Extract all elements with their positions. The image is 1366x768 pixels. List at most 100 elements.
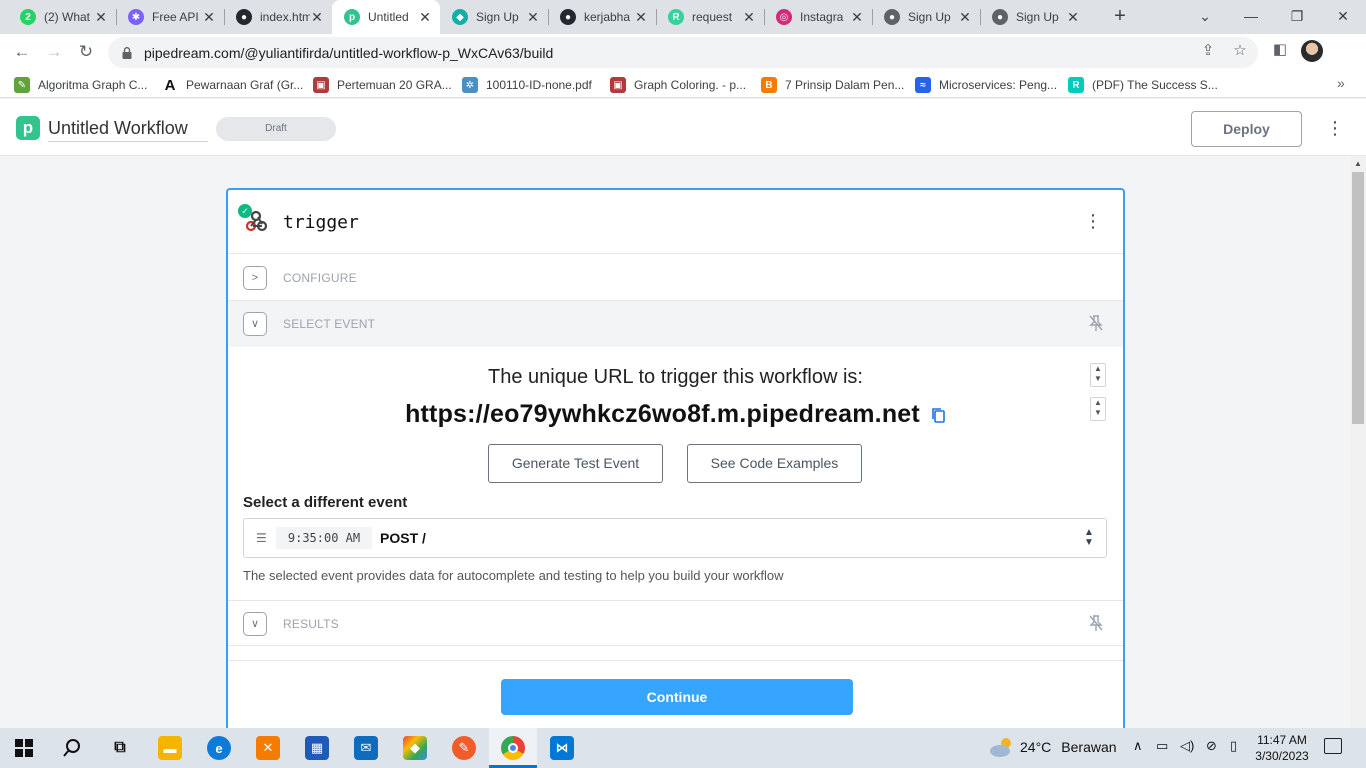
system-clock[interactable]: 11:47 AM 3/30/2023 bbox=[1252, 732, 1312, 764]
weather-widget[interactable]: 24°C Berawan bbox=[988, 736, 1117, 758]
chrome-icon[interactable] bbox=[501, 736, 525, 760]
file-explorer-icon[interactable]: ▬ bbox=[158, 736, 182, 760]
browser-tab[interactable]: 2 (2) What ✕ bbox=[8, 0, 116, 34]
results-section[interactable]: ∨ RESULTS bbox=[228, 600, 1123, 646]
clock-time: 11:47 AM bbox=[1257, 733, 1307, 747]
browser-tab[interactable]: Rrequest ✕ bbox=[656, 0, 764, 34]
close-tab-icon[interactable]: ✕ bbox=[1066, 9, 1080, 26]
browser-tab[interactable]: ● Sign Up ✕ bbox=[980, 0, 1088, 34]
more-bookmarks-icon[interactable]: » bbox=[1337, 75, 1345, 91]
tab-search-icon[interactable]: ⌄ bbox=[1182, 0, 1228, 34]
show-hidden-icons-icon[interactable]: ∧ bbox=[1133, 738, 1143, 754]
network-icon[interactable]: ⊘ bbox=[1206, 738, 1217, 754]
bookmark-item[interactable]: B 7 Prinsip Dalam Pen... bbox=[761, 75, 904, 95]
task-view-icon[interactable]: ⧉ bbox=[108, 736, 132, 760]
maximize-button[interactable]: ❐ bbox=[1274, 0, 1320, 34]
bookmark-star-icon[interactable]: ☆ bbox=[1230, 41, 1250, 61]
chevron-right-icon[interactable]: > bbox=[243, 266, 267, 290]
side-panel-icon[interactable]: ◧ bbox=[1270, 40, 1290, 60]
close-tab-icon[interactable]: ✕ bbox=[742, 9, 756, 26]
close-tab-icon[interactable]: ✕ bbox=[958, 9, 972, 26]
chevron-down-icon[interactable]: ∨ bbox=[243, 312, 267, 336]
close-tab-icon[interactable]: ✕ bbox=[94, 9, 108, 26]
close-tab-icon[interactable]: ✕ bbox=[526, 9, 540, 26]
browser-tab[interactable]: p Untitled ✕ bbox=[332, 0, 440, 34]
trigger-menu-icon[interactable]: ⋮ bbox=[1084, 210, 1102, 232]
url-text[interactable]: pipedream.com/@yuliantifirda/untitled-wo… bbox=[144, 45, 1258, 61]
deploy-button[interactable]: Deploy bbox=[1191, 111, 1302, 147]
pin-icon[interactable] bbox=[1088, 614, 1104, 632]
windows-start-icon[interactable] bbox=[15, 739, 33, 757]
new-tab-button[interactable]: + bbox=[1108, 5, 1132, 29]
xampp-icon[interactable]: ✕ bbox=[256, 736, 280, 760]
bookmark-item[interactable]: ▣ Pertemuan 20 GRA... bbox=[313, 75, 452, 95]
event-select-dropdown[interactable]: ☰ 9:35:00 AM POST / ▲ ▼ bbox=[243, 518, 1107, 558]
vscode-icon[interactable]: ⋈ bbox=[550, 736, 574, 760]
page-scrollbar[interactable]: ▲ bbox=[1350, 156, 1366, 728]
volume-icon[interactable]: ◁) bbox=[1180, 738, 1194, 754]
scroll-up-icon[interactable]: ▲ bbox=[1354, 159, 1362, 168]
ime-icon[interactable]: ▯ bbox=[1230, 738, 1237, 754]
workflow-title-input[interactable]: Untitled Workflow bbox=[48, 118, 208, 142]
browser-tab[interactable]: ● kerjabha ✕ bbox=[548, 0, 656, 34]
draft-status-badge: Draft bbox=[216, 117, 336, 141]
letter-a-icon: A bbox=[164, 76, 176, 94]
battery-icon[interactable]: ▭ bbox=[1156, 738, 1168, 754]
trigger-title[interactable]: trigger bbox=[283, 212, 359, 233]
notification-icon[interactable] bbox=[1324, 738, 1342, 754]
trigger-url[interactable]: https://eo79ywhkcz6wo8f.m.pipedream.net bbox=[405, 400, 920, 428]
store-icon[interactable]: ▦ bbox=[305, 736, 329, 760]
scroll-stepper[interactable]: ▲ ▼ bbox=[1090, 363, 1106, 387]
trigger-card-header[interactable]: ✓ trigger ⋮ bbox=[228, 190, 1123, 254]
close-tab-icon[interactable]: ✕ bbox=[850, 9, 864, 26]
chevron-down-icon[interactable]: ∨ bbox=[243, 612, 267, 636]
select-event-heading: Select a different event bbox=[243, 494, 408, 511]
pipedream-logo-icon[interactable]: p bbox=[16, 116, 40, 140]
mail-icon[interactable]: ✉ bbox=[354, 736, 378, 760]
close-tab-icon[interactable]: ✕ bbox=[310, 9, 324, 26]
bookmark-item[interactable]: A Pewarnaan Graf (Gr... bbox=[162, 75, 304, 95]
photos-icon[interactable]: ◆ bbox=[403, 736, 427, 760]
github-icon: ● bbox=[560, 9, 576, 25]
browser-tab[interactable]: ◎ Instagra ✕ bbox=[764, 0, 872, 34]
bookmark-item[interactable]: R (PDF) The Success S... bbox=[1068, 75, 1218, 95]
r-icon: R bbox=[668, 9, 684, 25]
continue-button[interactable]: Continue bbox=[501, 679, 853, 715]
search-icon[interactable] bbox=[62, 738, 82, 758]
postman-icon[interactable]: ✎ bbox=[452, 736, 476, 760]
select-caret-icon: ▲ ▼ bbox=[1084, 527, 1094, 548]
back-icon[interactable]: ← bbox=[10, 40, 34, 64]
minimize-button[interactable]: — bbox=[1228, 0, 1274, 34]
generate-test-event-button[interactable]: Generate Test Event bbox=[488, 444, 663, 483]
reload-icon[interactable]: ↻ bbox=[74, 40, 98, 64]
close-tab-icon[interactable]: ✕ bbox=[634, 9, 648, 26]
bookmark-label: Algoritma Graph C... bbox=[38, 78, 148, 92]
close-tab-icon[interactable]: ✕ bbox=[418, 9, 432, 26]
bookmark-item[interactable]: ▣ Graph Coloring. - p... bbox=[610, 75, 746, 95]
edge-icon[interactable]: e bbox=[207, 736, 231, 760]
lock-icon[interactable] bbox=[120, 46, 134, 60]
scrollbar-thumb[interactable] bbox=[1352, 172, 1364, 424]
bookmark-item[interactable]: ✎ Algoritma Graph C... bbox=[14, 75, 147, 95]
select-event-section[interactable]: ∨ SELECT EVENT bbox=[228, 301, 1123, 347]
copy-icon[interactable] bbox=[930, 407, 946, 424]
address-bar[interactable]: pipedream.com/@yuliantifirda/untitled-wo… bbox=[108, 37, 1258, 68]
configure-section[interactable]: > CONFIGURE bbox=[228, 255, 1123, 301]
profile-avatar[interactable] bbox=[1301, 40, 1323, 62]
workflow-menu-icon[interactable]: ⋮ bbox=[1326, 117, 1344, 139]
tab-separator bbox=[116, 9, 117, 25]
tab-separator bbox=[980, 9, 981, 25]
close-window-button[interactable]: ✕ bbox=[1320, 0, 1366, 34]
browser-tab[interactable]: ◆ Sign Up ✕ bbox=[440, 0, 548, 34]
scroll-stepper[interactable]: ▲ ▼ bbox=[1090, 397, 1106, 421]
share-icon[interactable]: ⇪ bbox=[1198, 41, 1218, 61]
bookmark-item[interactable]: ≈ Microservices: Peng... bbox=[915, 75, 1057, 95]
pin-icon[interactable] bbox=[1088, 314, 1104, 332]
close-tab-icon[interactable]: ✕ bbox=[202, 9, 216, 26]
browser-tab[interactable]: ● index.htm ✕ bbox=[224, 0, 332, 34]
see-code-examples-button[interactable]: See Code Examples bbox=[687, 444, 862, 483]
bookmark-item[interactable]: ✲ 100110-ID-none.pdf bbox=[462, 75, 592, 95]
browser-tab[interactable]: ✱ Free API ✕ bbox=[116, 0, 224, 34]
forward-icon[interactable]: → bbox=[42, 40, 66, 64]
browser-tab[interactable]: ● Sign Up ✕ bbox=[872, 0, 980, 34]
